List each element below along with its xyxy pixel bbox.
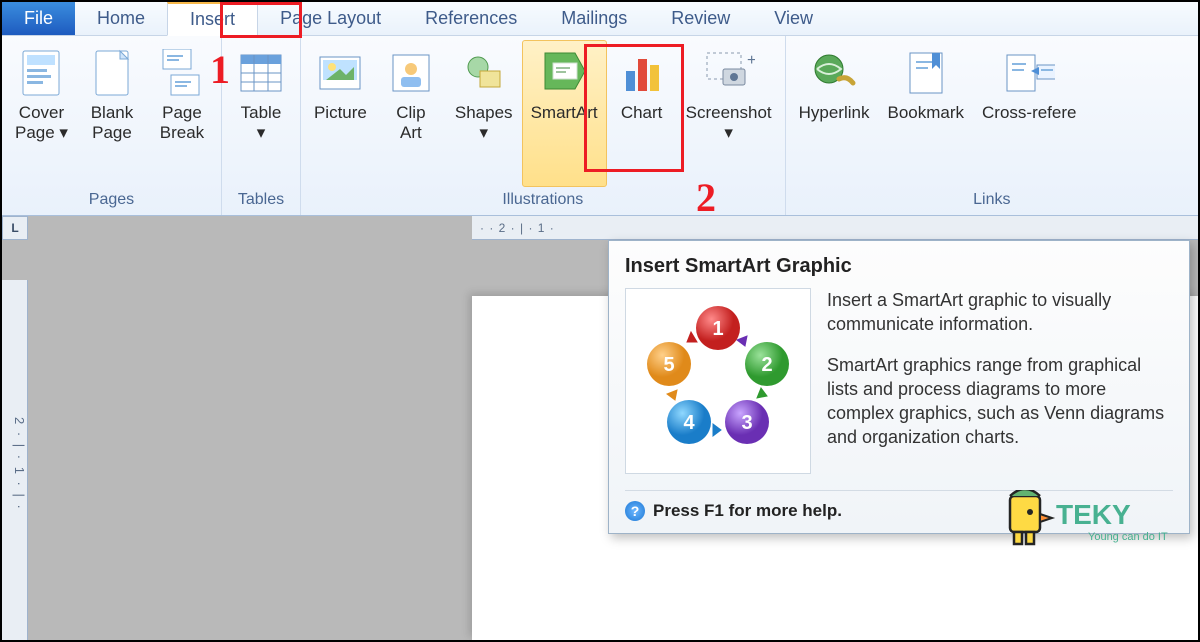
chart-icon <box>616 47 668 99</box>
tooltip-description: Insert a SmartArt graphic to visually co… <box>827 288 1173 474</box>
svg-text:2: 2 <box>761 354 772 376</box>
clip-art-button[interactable]: Clip Art <box>376 40 446 187</box>
group-pages-label: Pages <box>6 187 217 215</box>
group-tables-label: Tables <box>226 187 296 215</box>
tab-file[interactable]: File <box>2 2 75 35</box>
tooltip-para-1: Insert a SmartArt graphic to visually co… <box>827 288 1173 337</box>
tab-review[interactable]: Review <box>649 2 752 35</box>
group-links-label: Links <box>790 187 1194 215</box>
ribbon: Cover Page ▾ Blank Page Page Break Pages <box>2 36 1198 216</box>
watermark: TEKY Young can do IT <box>1004 490 1184 550</box>
tab-home[interactable]: Home <box>75 2 167 35</box>
tab-view[interactable]: View <box>752 2 835 35</box>
page-break-icon <box>156 47 208 99</box>
document-area: L · · 2 · | · 1 · 2 · | · 1 · | · Insert… <box>2 216 1198 640</box>
table-button[interactable]: Table ▾ <box>226 40 296 187</box>
hyperlink-icon <box>808 47 860 99</box>
clip-art-icon <box>385 47 437 99</box>
group-links: Hyperlink Bookmark Cross-refere Links <box>786 36 1198 215</box>
shapes-button[interactable]: Shapes ▾ <box>446 40 522 187</box>
group-pages: Cover Page ▾ Blank Page Page Break Pages <box>2 36 222 215</box>
ruler-horizontal[interactable]: · · 2 · | · 1 · <box>472 216 1198 240</box>
page-break-button[interactable]: Page Break <box>147 40 217 187</box>
shapes-label: Shapes ▾ <box>455 103 513 142</box>
screenshot-button[interactable]: + Screenshot ▾ <box>677 40 781 187</box>
cover-page-label: Cover Page ▾ <box>15 103 68 142</box>
hyperlink-button[interactable]: Hyperlink <box>790 40 879 187</box>
group-illustrations-label: Illustrations <box>305 187 781 215</box>
blank-page-label: Blank Page <box>91 103 134 142</box>
bookmark-icon <box>900 47 952 99</box>
chart-label: Chart <box>621 103 663 123</box>
table-label: Table ▾ <box>241 103 282 142</box>
smartart-button[interactable]: SmartArt <box>522 40 607 187</box>
group-tables: Table ▾ Tables <box>222 36 301 215</box>
page-break-label: Page Break <box>160 103 204 142</box>
group-illustrations: Picture Clip Art Shapes ▾ SmartArt <box>301 36 786 215</box>
shapes-icon <box>458 47 510 99</box>
screenshot-label: Screenshot ▾ <box>686 103 772 142</box>
picture-button[interactable]: Picture <box>305 40 376 187</box>
tooltip-para-2: SmartArt graphics range from graphical l… <box>827 353 1173 450</box>
cover-page-button[interactable]: Cover Page ▾ <box>6 40 77 187</box>
bookmark-button[interactable]: Bookmark <box>878 40 973 187</box>
svg-text:+: + <box>747 52 755 69</box>
smartart-icon <box>538 47 590 99</box>
svg-text:Young can do IT: Young can do IT <box>1088 531 1168 543</box>
chart-button[interactable]: Chart <box>607 40 677 187</box>
cross-reference-button[interactable]: Cross-refere <box>973 40 1085 187</box>
ribbon-tabs: File Home Insert Page Layout References … <box>2 2 1198 36</box>
blank-page-button[interactable]: Blank Page <box>77 40 147 187</box>
tooltip-title: Insert SmartArt Graphic <box>625 255 1173 278</box>
help-icon: ? <box>625 501 645 521</box>
cross-reference-label: Cross-refere <box>982 103 1076 123</box>
ruler-corner[interactable]: L <box>2 216 28 240</box>
table-icon <box>235 47 287 99</box>
svg-text:4: 4 <box>683 412 695 434</box>
smartart-label: SmartArt <box>531 103 598 123</box>
tab-references[interactable]: References <box>403 2 539 35</box>
svg-text:1: 1 <box>712 318 723 340</box>
tab-insert[interactable]: Insert <box>167 2 258 36</box>
blank-page-icon <box>86 47 138 99</box>
tooltip-preview-image: 1 2 3 4 5 <box>625 288 811 474</box>
hyperlink-label: Hyperlink <box>799 103 870 123</box>
picture-label: Picture <box>314 103 367 123</box>
bookmark-label: Bookmark <box>887 103 964 123</box>
svg-text:5: 5 <box>663 354 674 376</box>
cross-reference-icon <box>1003 47 1055 99</box>
tab-page-layout[interactable]: Page Layout <box>258 2 403 35</box>
svg-text:3: 3 <box>741 412 752 434</box>
svg-text:TEKY: TEKY <box>1056 499 1131 530</box>
picture-icon <box>314 47 366 99</box>
ruler-vertical[interactable]: 2 · | · 1 · | · <box>2 280 28 640</box>
cover-page-icon <box>15 47 67 99</box>
screenshot-icon: + <box>703 47 755 99</box>
tab-mailings[interactable]: Mailings <box>539 2 649 35</box>
clip-art-label: Clip Art <box>396 103 425 142</box>
tooltip-footer-text: Press F1 for more help. <box>653 501 842 521</box>
